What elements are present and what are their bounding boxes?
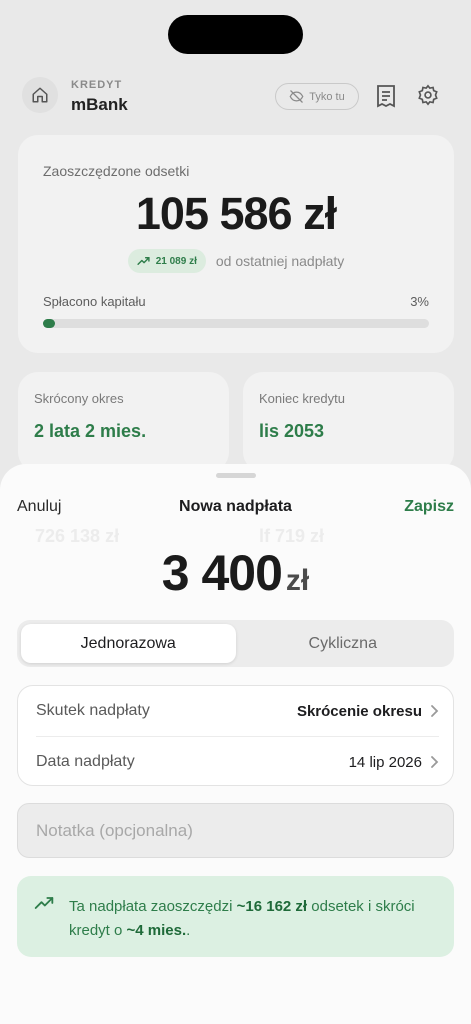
only-here-label: Tyko tu bbox=[309, 90, 345, 103]
loan-end-label: Koniec kredytu bbox=[259, 391, 345, 406]
effect-label: Skutek nadpłaty bbox=[36, 702, 150, 719]
trending-up-icon bbox=[137, 257, 150, 265]
sheet-title: Nowa nadpłata bbox=[179, 498, 292, 515]
savings-label: Zaoszczędzone odsetki bbox=[43, 163, 190, 179]
only-here-toggle[interactable]: Tyko tu bbox=[275, 83, 359, 110]
dynamic-island bbox=[168, 15, 303, 54]
home-icon bbox=[32, 87, 48, 103]
date-label: Data nadpłaty bbox=[36, 753, 135, 770]
loan-kicker: KREDYT bbox=[71, 79, 123, 91]
amount-display[interactable]: 3 400 zł bbox=[0, 544, 471, 602]
bank-name: mBank bbox=[71, 95, 128, 114]
delta-badge-value: 21 089 zł bbox=[155, 255, 197, 267]
paid-capital-progress bbox=[43, 319, 429, 328]
delta-badge: 21 089 zł bbox=[127, 249, 206, 273]
shortened-period-label: Skrócony okres bbox=[34, 391, 124, 406]
shortened-period-value: 2 lata 2 mies. bbox=[34, 421, 147, 441]
date-value: 14 lip 2026 bbox=[348, 753, 422, 771]
savings-info-banner: Ta nadpłata zaoszczędzi ~16 162 zł odset… bbox=[17, 876, 454, 957]
new-overpayment-sheet: Anuluj Nowa nadpłata Zapisz 726 138 zł l… bbox=[0, 464, 471, 1024]
loan-end-card: Koniec kredytu lis 2053 bbox=[243, 372, 454, 472]
shortened-period-card: Skrócony okres 2 lata 2 mies. bbox=[18, 372, 229, 472]
chevron-right-icon bbox=[430, 704, 439, 718]
info-text-part: . bbox=[186, 922, 191, 939]
effect-value: Skrócenie okresu bbox=[296, 702, 422, 720]
segment-one-time[interactable]: Jednorazowa bbox=[21, 624, 236, 663]
info-shortened-period: ~4 mies. bbox=[126, 922, 187, 939]
paid-capital-percent: 3% bbox=[410, 294, 429, 309]
info-saved-amount: ~16 162 zł bbox=[236, 898, 308, 915]
sheet-toolbar: Anuluj Nowa nadpłata Zapisz bbox=[17, 498, 454, 518]
savings-value: 105 586 zł bbox=[135, 188, 337, 239]
loan-end-value: lis 2053 bbox=[259, 421, 325, 441]
overpayment-settings-list: Skutek nadpłaty Skrócenie okresu Data na… bbox=[17, 685, 454, 786]
amount-value: 3 400 bbox=[161, 545, 283, 601]
date-row[interactable]: Data nadpłaty 14 lip 2026 bbox=[36, 737, 439, 787]
savings-delta-row: 21 089 zł od ostatniej nadpłaty bbox=[18, 249, 454, 273]
home-button[interactable] bbox=[22, 77, 58, 113]
progress-fill bbox=[43, 319, 55, 328]
savings-card: Zaoszczędzone odsetki 105 586 zł 21 089 … bbox=[18, 135, 454, 353]
segment-recurring[interactable]: Cykliczna bbox=[236, 624, 451, 663]
chevron-right-icon bbox=[430, 755, 439, 769]
gear-icon[interactable] bbox=[417, 84, 439, 106]
paid-capital-label: Spłacono kapitału bbox=[43, 294, 146, 309]
trending-up-icon bbox=[34, 897, 54, 909]
sheet-grabber[interactable] bbox=[216, 473, 256, 478]
receipt-icon[interactable] bbox=[375, 84, 397, 108]
eye-off-icon bbox=[289, 90, 304, 103]
effect-row[interactable]: Skutek nadpłaty Skrócenie okresu bbox=[36, 686, 439, 736]
amount-currency: zł bbox=[285, 564, 310, 597]
save-button[interactable]: Zapisz bbox=[404, 498, 454, 516]
info-text-part: Ta nadpłata zaoszczędzi bbox=[69, 898, 237, 915]
savings-info-text: Ta nadpłata zaoszczędzi ~16 162 zł odset… bbox=[69, 895, 434, 943]
loan-header: KREDYT mBank Tyko tu bbox=[22, 76, 452, 118]
delta-text: od ostatniej nadpłaty bbox=[215, 253, 345, 269]
note-input[interactable] bbox=[17, 803, 454, 858]
frequency-segmented-control: Jednorazowa Cykliczna bbox=[17, 620, 454, 667]
